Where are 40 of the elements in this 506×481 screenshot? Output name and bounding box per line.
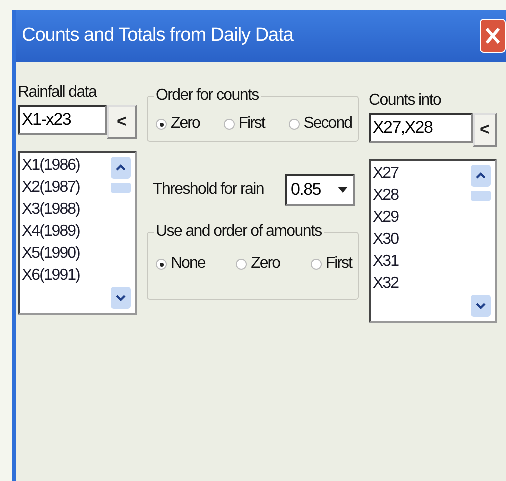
field-label: Counts into [369,92,442,110]
add-button[interactable]: < [107,105,137,139]
radio-option[interactable]: Zero [156,115,200,133]
list-item[interactable]: X4(1989) [22,221,109,243]
radio-option[interactable]: First [310,255,352,273]
scroll-thumb[interactable] [471,191,491,201]
input-field[interactable]: X1-x23 [18,105,107,135]
close-icon [485,27,501,45]
radio-option[interactable]: Zero [236,255,280,273]
radio-button[interactable] [224,118,235,130]
radio-button[interactable] [310,258,322,270]
radio-option[interactable]: Second [288,115,352,133]
list-item[interactable]: X27 [373,163,469,185]
radio-option[interactable]: None [156,255,206,273]
add-button[interactable]: < [473,113,497,147]
dropdown[interactable]: 0.85 [285,174,355,206]
field-label: Threshold for rain [153,181,265,199]
radio-button[interactable] [156,258,167,270]
window-title: Counts and Totals from Daily Data [22,25,294,47]
radio-option[interactable]: First [224,115,265,133]
list-item[interactable]: X30 [373,229,469,251]
list-item[interactable]: X32 [373,273,469,295]
list-item[interactable]: X5(1990) [22,243,109,265]
radio-button[interactable] [288,118,300,130]
radio-button[interactable] [156,118,167,130]
scroll-thumb[interactable] [111,183,131,193]
list-item[interactable]: X6(1991) [22,265,109,287]
radio-button[interactable] [236,258,248,270]
list-item[interactable]: X3(1988) [22,199,109,221]
list-box[interactable]: X27 X28 X29 X30 X31 X32 [369,159,497,323]
list-item[interactable]: X1(1986) [22,155,109,177]
list-box[interactable]: X1(1986) X2(1987) X3(1988) X4(1989) X5(1990) X6(1991) [18,151,137,315]
close-button[interactable] [480,19,506,53]
list-item[interactable]: X29 [373,207,469,229]
dropdown-arrow-icon [337,186,349,194]
list-item[interactable]: X2(1987) [22,177,109,199]
list-item[interactable]: X28 [373,185,469,207]
input-field[interactable]: X27,X28 [369,113,473,143]
field-label: Rainfall data [18,84,98,102]
list-item[interactable]: X31 [373,251,469,273]
